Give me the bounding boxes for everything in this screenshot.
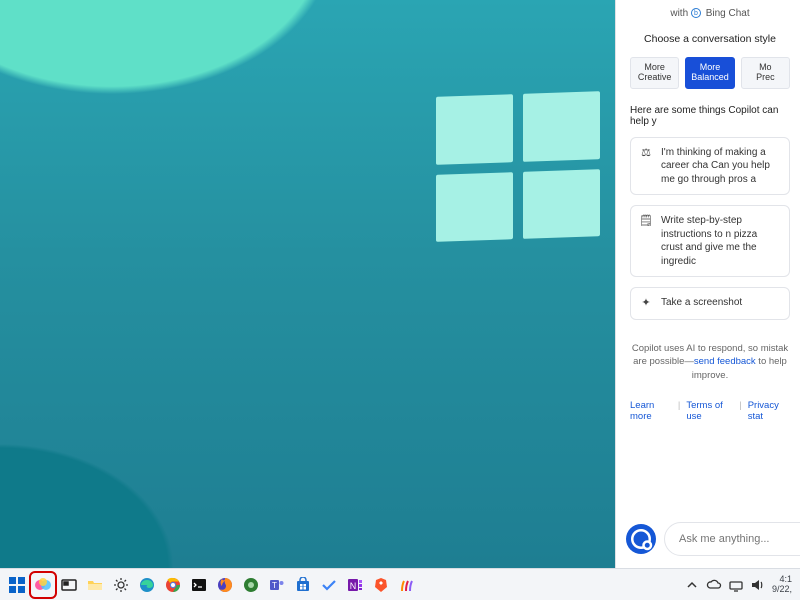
firefox-icon[interactable] [214,574,236,596]
suggestion-text: I'm thinking of making a career cha Can … [661,146,781,187]
chrome-icon[interactable] [162,574,184,596]
teams-icon[interactable]: T [266,574,288,596]
suggestion-career[interactable]: ⚖ I'm thinking of making a career cha Ca… [630,137,790,196]
style-more-precise[interactable]: Mo Prec [741,57,790,89]
file-explorer-icon[interactable] [84,574,106,596]
tray-chevron-icon[interactable] [684,577,700,593]
copilot-intro-text: Here are some things Copilot can help y [630,105,790,127]
settings-icon[interactable] [110,574,132,596]
todo-icon[interactable] [318,574,340,596]
svg-text:N: N [350,581,357,591]
suggestion-screenshot[interactable]: ✦ Take a screenshot [630,287,790,320]
copilot-input-row [626,522,800,556]
suggestion-text: Write step-by-step instructions to n piz… [661,214,781,268]
scales-icon: ⚖ [639,146,653,161]
app-green-icon[interactable] [240,574,262,596]
network-icon[interactable] [728,577,744,593]
learn-more-link[interactable]: Learn more [630,400,672,422]
volume-icon[interactable] [750,577,766,593]
terms-link[interactable]: Terms of use [686,400,733,422]
copilot-panel: with b Bing Chat Choose a conversation s… [615,0,800,568]
start-icon[interactable] [6,574,28,596]
suggestion-text: Take a screenshot [661,296,742,310]
taskbar: T N [0,568,800,600]
copilot-avatar-icon[interactable] [626,524,656,554]
onenote-icon[interactable]: N [344,574,366,596]
conversation-style-group: More Creative More Balanced Mo Prec [630,57,790,89]
privacy-link[interactable]: Privacy stat [748,400,790,422]
suggestion-pizza[interactable]: 🗒 Write step-by-step instructions to n p… [630,205,790,277]
brave-icon[interactable] [370,574,392,596]
sparkle-icon: ✦ [639,296,653,311]
store-icon[interactable] [292,574,314,596]
edge-icon[interactable] [136,574,158,596]
onedrive-icon[interactable] [706,577,722,593]
copilot-branding: with b Bing Chat [630,8,790,19]
app-stripes-icon[interactable] [396,574,418,596]
notepad-icon: 🗒 [639,214,653,229]
copilot-taskbar-icon[interactable] [32,574,54,596]
copilot-ask-input[interactable] [664,522,800,556]
svg-text:T: T [272,581,277,590]
taskbar-clock[interactable]: 4:1 9/22, [772,575,794,594]
send-feedback-link[interactable]: send feedback [694,356,756,367]
copilot-footer-links: Learn more | Terms of use | Privacy stat [630,400,790,422]
system-tray: 4:1 9/22, [684,575,794,594]
copilot-footnote: Copilot uses AI to respond, so mistak ar… [630,342,790,382]
task-view-icon[interactable] [58,574,80,596]
bing-icon: b [691,8,701,18]
terminal-icon[interactable] [188,574,210,596]
style-more-balanced[interactable]: More Balanced [685,57,734,89]
conversation-style-label: Choose a conversation style [630,33,790,45]
clock-date: 9/22, [772,585,792,594]
style-more-creative[interactable]: More Creative [630,57,679,89]
windows-logo-wallpaper [436,91,600,242]
